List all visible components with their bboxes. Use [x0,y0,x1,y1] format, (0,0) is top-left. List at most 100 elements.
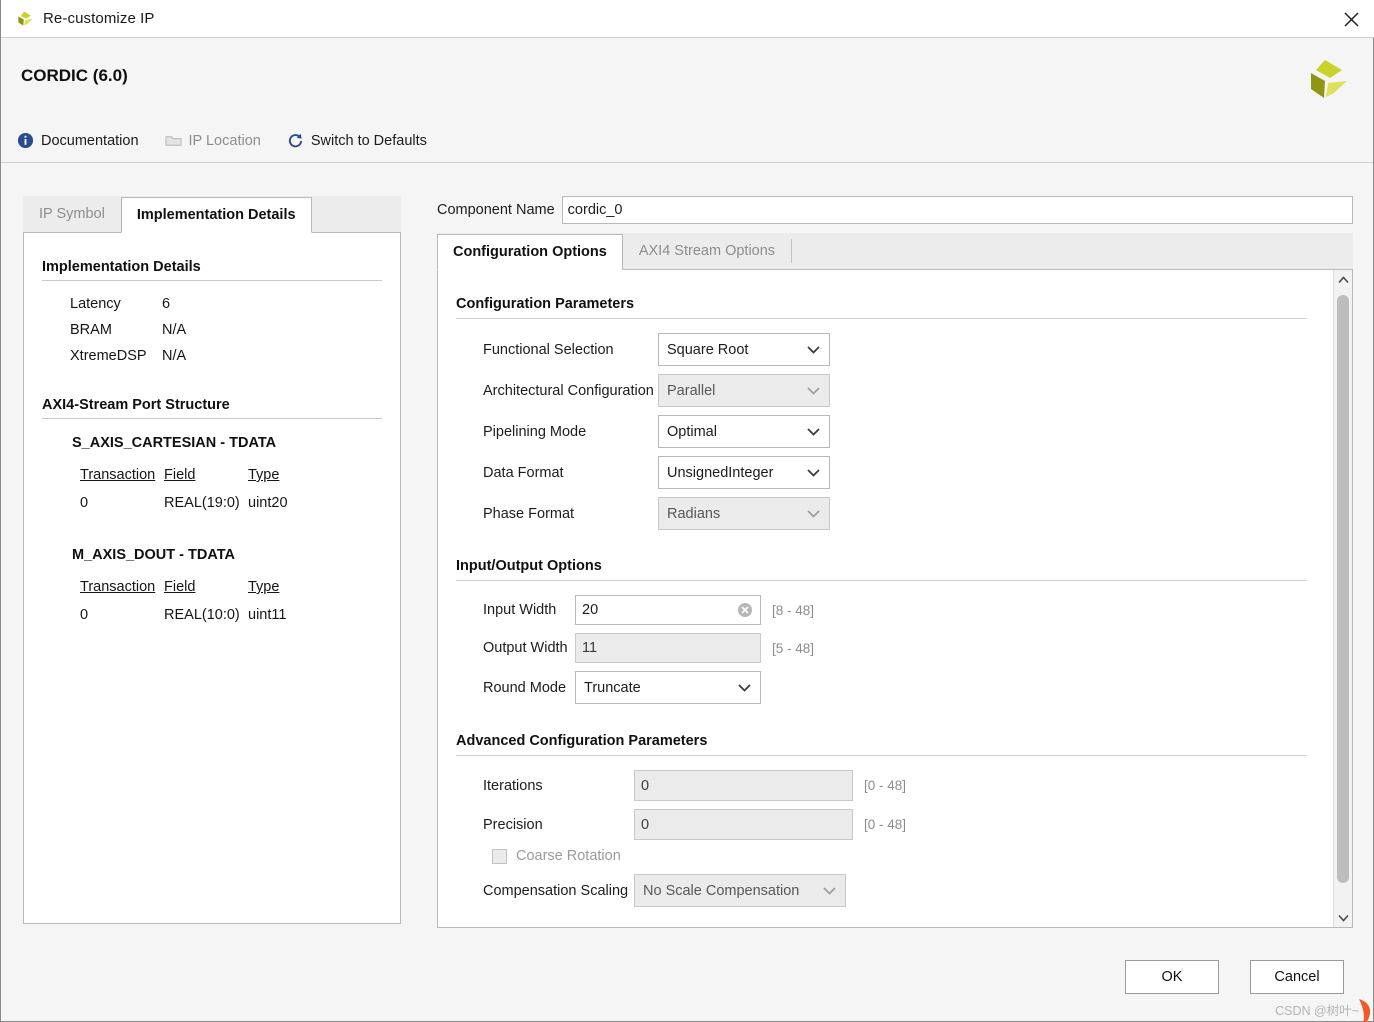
configuration-options-pane: Configuration Parameters Functional Sele… [437,270,1353,928]
architectural-configuration-select: Parallel [658,374,830,407]
close-icon[interactable] [1327,0,1374,38]
input-width-value: 20 [582,602,599,618]
col-field: Field [164,467,196,483]
folder-icon [165,136,182,146]
component-name-input[interactable]: cordic_0 [561,196,1353,224]
refresh-icon [288,133,302,148]
impl-details-heading: Implementation Details [42,259,201,275]
info-icon [17,132,34,149]
tab-separator [791,239,793,263]
chevron-up-icon [1337,275,1349,283]
round-mode-row: Round Mode Truncate [456,671,1307,704]
documentation-label: Documentation [41,132,139,149]
iterations-field: 0 [634,770,853,801]
data-format-select[interactable]: UnsignedInteger [658,456,830,489]
compensation-scaling-value: No Scale Compensation [643,882,800,899]
compensation-scaling-row: Compensation Scaling No Scale Compensati… [456,874,1307,907]
output-width-row: Output Width 11 [5 - 48] [456,633,1307,663]
xilinx-logo-icon [18,11,33,26]
precision-row: Precision 0 [0 - 48] [456,809,1307,840]
tab-implementation-details[interactable]: Implementation Details [120,197,312,233]
port-group-title: M_AXIS_DOUT - TDATA [72,547,235,563]
scroll-up-button[interactable] [1334,270,1352,289]
phase-format-value: Radians [667,505,721,522]
window-title: Re-customize IP [43,10,155,27]
functional-selection-value: Square Root [667,341,749,358]
divider [42,280,382,281]
pipelining-mode-label: Pipelining Mode [483,423,587,440]
cancel-button[interactable]: Cancel [1250,960,1344,994]
table-header-row: Transaction Field Type [80,461,382,489]
input-width-label: Input Width [483,602,557,618]
impl-detail-row: Latency 6 [42,291,382,317]
output-width-field: 11 [575,633,761,663]
coarse-rotation-row: Coarse Rotation [456,848,1307,864]
iterations-row: Iterations 0 [0 - 48] [456,770,1307,801]
functional-selection-select[interactable]: Square Root [658,333,830,366]
tab-axi4-stream-options[interactable]: AXI4 Stream Options [622,233,792,269]
impl-detail-row: BRAM N/A [42,317,382,343]
pipelining-mode-select[interactable]: Optimal [658,415,830,448]
architectural-configuration-value: Parallel [667,382,716,399]
tab-configuration-options[interactable]: Configuration Options [437,234,623,270]
cell-type: uint20 [248,495,288,511]
round-mode-select[interactable]: Truncate [575,671,761,704]
architectural-configuration-row: Architectural Configuration Parallel [456,374,1307,407]
xtremedsp-value: N/A [162,348,187,364]
table-row: 0 REAL(19:0) uint20 [80,489,382,517]
xilinx-logo-icon [1311,60,1347,98]
precision-field: 0 [634,809,853,840]
port-structure-heading: AXI4-Stream Port Structure [42,397,230,413]
pipelining-mode-row: Pipelining Mode Optimal [456,415,1307,448]
cell-type: uint11 [248,607,287,623]
input-width-field[interactable]: 20 [575,595,761,625]
scrollbar-thumb[interactable] [1337,295,1349,883]
switch-to-defaults-button[interactable]: Switch to Defaults [285,130,429,151]
scroll-down-button[interactable] [1334,908,1352,927]
divider [456,580,1307,581]
chevron-down-icon [807,509,820,518]
component-name-label: Component Name [437,202,555,218]
functional-selection-label: Functional Selection [483,341,614,358]
ok-button[interactable]: OK [1125,960,1219,994]
port-table: Transaction Field Type 0 REAL(19:0) uint… [80,461,382,517]
chevron-down-icon [807,427,820,436]
precision-range: [0 - 48] [864,817,907,832]
ip-title: CORDIC (6.0) [21,66,128,85]
chevron-down-icon [807,468,820,477]
round-mode-label: Round Mode [483,679,567,696]
chevron-down-icon [1337,914,1349,922]
compensation-scaling-label: Compensation Scaling [483,882,629,899]
clear-icon[interactable] [737,602,753,618]
component-name-row: Component Name cordic_0 [437,196,1353,224]
tab-ip-symbol[interactable]: IP Symbol [23,196,121,232]
vertical-scrollbar[interactable] [1333,270,1352,927]
architectural-configuration-label: Architectural Configuration [483,382,654,399]
tab-axi4-stream-options-label: AXI4 Stream Options [638,243,776,259]
data-format-value: UnsignedInteger [667,464,774,481]
ip-location-label: IP Location [188,132,261,149]
port-table: Transaction Field Type 0 REAL(10:0) uint… [80,573,382,629]
ip-location-button[interactable]: IP Location [163,130,263,151]
documentation-button[interactable]: Documentation [15,130,141,151]
divider [456,755,1307,756]
cell-field: REAL(19:0) [164,495,240,511]
scroll-viewport: Configuration Parameters Functional Sele… [438,270,1333,927]
col-field: Field [164,579,196,595]
chevron-down-icon [823,886,836,895]
watermark-text: CSDN @树叶~ [1275,1004,1359,1018]
input-width-row: Input Width 20 [8 - 48] [456,595,1307,625]
cell-transaction: 0 [80,495,89,511]
tab-implementation-details-label: Implementation Details [136,207,296,223]
chevron-down-icon [807,345,820,354]
right-panel-tabstrip: Configuration Options AXI4 Stream Option… [437,233,1353,270]
data-format-label: Data Format [483,464,564,481]
switch-to-defaults-label: Switch to Defaults [310,132,427,149]
advanced-parameters-heading: Advanced Configuration Parameters [456,733,708,749]
round-mode-value: Truncate [584,679,641,696]
right-panel: Component Name cordic_0 Configuration Op… [437,196,1353,928]
phase-format-select: Radians [658,497,830,530]
table-header-row: Transaction Field Type [80,573,382,601]
latency-value: 6 [162,296,171,312]
tab-ip-symbol-label: IP Symbol [39,206,105,222]
